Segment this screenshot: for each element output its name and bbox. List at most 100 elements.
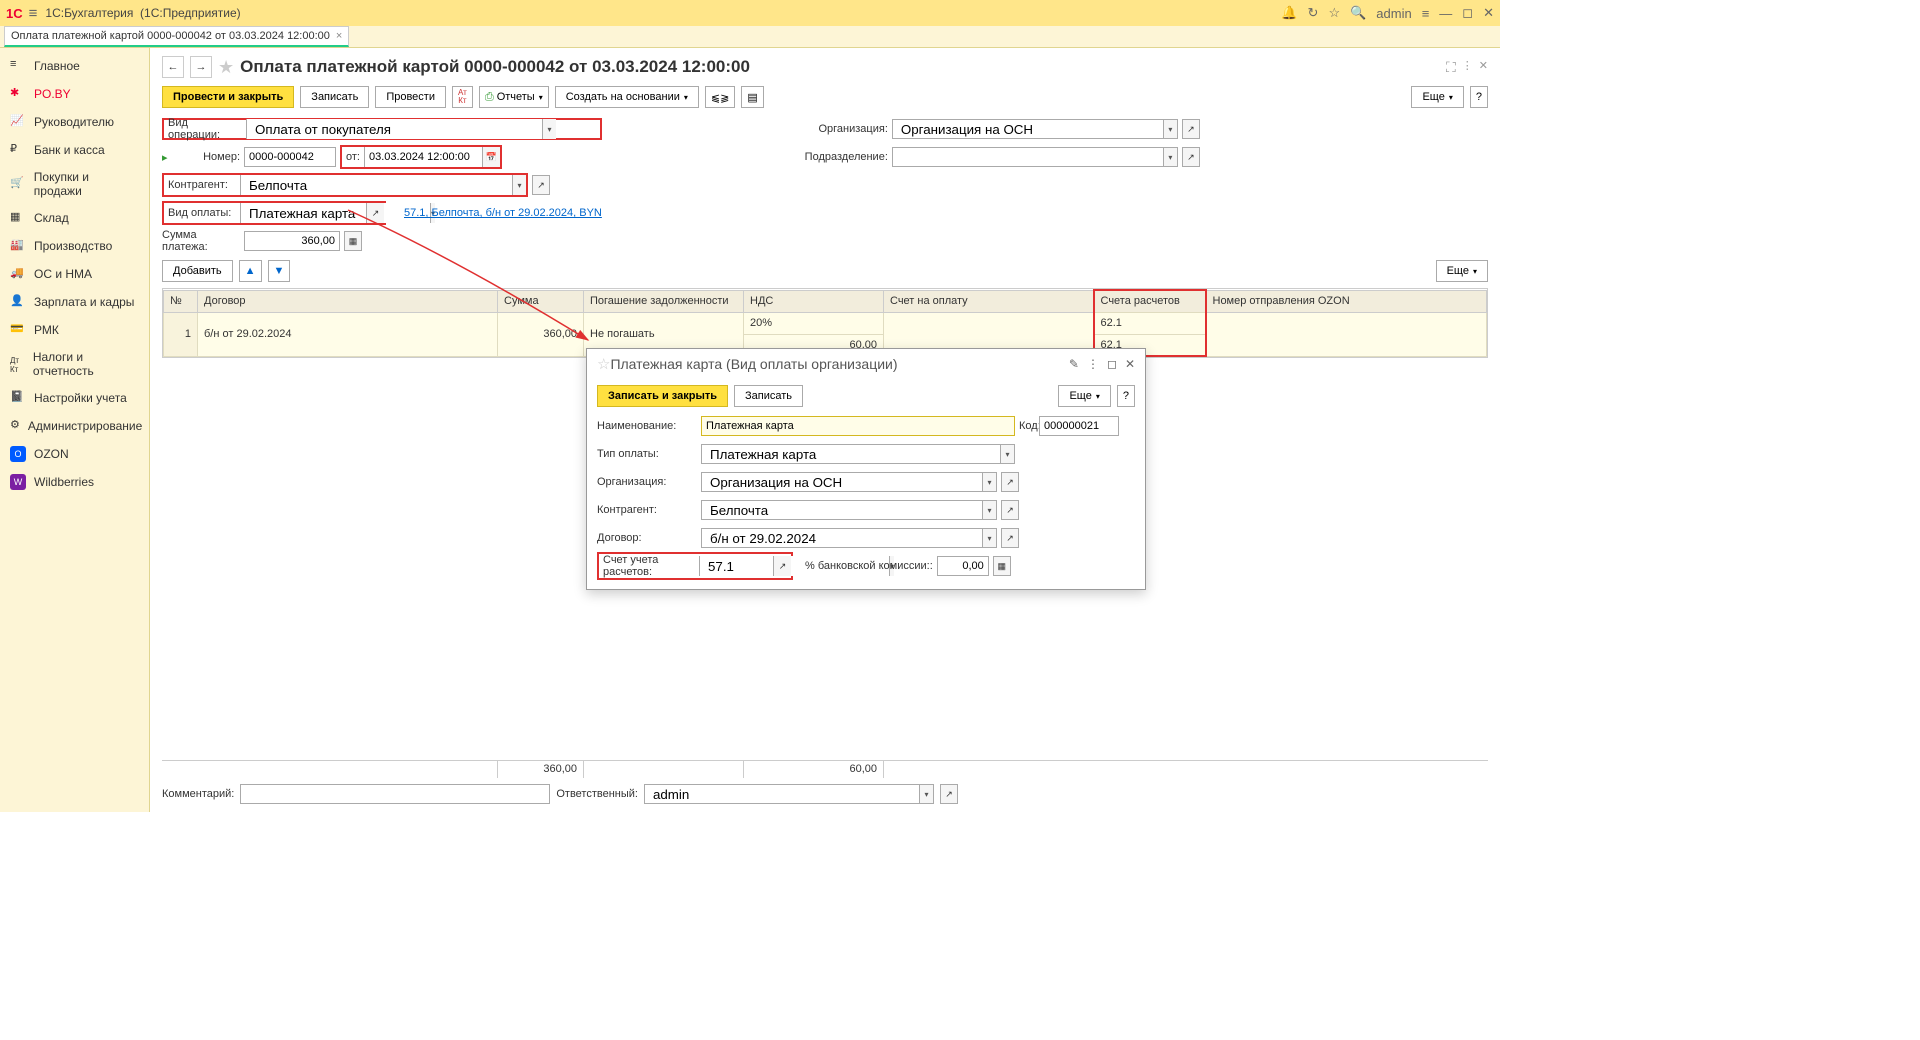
sum-input[interactable] — [244, 231, 340, 251]
table-row[interactable]: 1 б/н от 29.02.2024 360,00 Не погашать 2… — [164, 312, 1487, 334]
move-up-button[interactable]: ▲ — [239, 260, 262, 282]
cell-dogovor[interactable]: б/н от 29.02.2024 — [198, 312, 498, 356]
sidebar-item-trade[interactable]: 🛒Покупки и продажи — [0, 164, 149, 204]
col-nds[interactable]: НДС — [744, 290, 884, 312]
hamburger-icon[interactable]: ≡ — [29, 5, 38, 22]
col-dogovor[interactable]: Договор — [198, 290, 498, 312]
dlg-contr-open[interactable]: ↗ — [1001, 500, 1019, 520]
pay-type-open[interactable]: ↗ — [366, 203, 384, 223]
division-input[interactable] — [897, 148, 1163, 166]
dlg-link-icon[interactable]: ✎ — [1069, 357, 1079, 371]
more-button[interactable]: Еще — [1411, 86, 1463, 108]
tab-close-icon[interactable]: × — [336, 30, 342, 42]
responsible-input[interactable] — [649, 785, 919, 803]
cell-acc1[interactable]: 62.1 — [1094, 312, 1206, 334]
nav-forward[interactable]: → — [190, 56, 212, 78]
contragent-dropdown[interactable]: ▾ — [512, 175, 526, 195]
dlg-commission-input[interactable] — [937, 556, 989, 576]
col-sum[interactable]: Сумма — [498, 290, 584, 312]
grid-more-button[interactable]: Еще — [1436, 260, 1488, 282]
dlg-org-dropdown[interactable]: ▾ — [982, 473, 996, 491]
sidebar-item-admin[interactable]: ⚙Администрирование — [0, 412, 149, 440]
contract-link[interactable]: 57.1, Белпочта, б/н от 29.02.2024, BYN — [404, 207, 602, 219]
org-input[interactable] — [897, 120, 1163, 138]
cell-nds-pct[interactable]: 20% — [744, 312, 884, 334]
structure-button[interactable]: ⫹⫺ — [705, 86, 735, 108]
dlg-save-close-button[interactable]: Записать и закрыть — [597, 385, 728, 407]
sidebar-item-bank[interactable]: ₽Банк и касса — [0, 136, 149, 164]
maximize-icon[interactable]: ◻ — [1462, 5, 1473, 21]
org-dropdown[interactable]: ▾ — [1163, 120, 1177, 138]
settings-icon[interactable]: ≡ — [1422, 6, 1430, 21]
bell-icon[interactable]: 🔔 — [1281, 5, 1297, 21]
history-icon[interactable]: ↻ — [1308, 5, 1319, 21]
dlg-dogovor-dropdown[interactable]: ▾ — [982, 529, 996, 547]
contragent-input[interactable] — [245, 175, 512, 195]
search-icon[interactable]: 🔍 — [1350, 5, 1366, 21]
dlg-paytype-dropdown[interactable]: ▾ — [1000, 445, 1014, 463]
cell-sum[interactable]: 360,00 — [498, 312, 584, 356]
pay-type-input[interactable] — [245, 203, 430, 223]
sidebar-item-settings[interactable]: 📓Настройки учета — [0, 384, 149, 412]
dlg-code-input[interactable] — [1039, 416, 1119, 436]
document-tab[interactable]: Оплата платежной картой 0000-000042 от 0… — [4, 26, 349, 47]
create-based-button[interactable]: Создать на основании — [555, 86, 699, 108]
division-open[interactable]: ↗ — [1182, 147, 1200, 167]
sidebar-item-production[interactable]: 🏭Производство — [0, 232, 149, 260]
col-repay[interactable]: Погашение задолженности — [584, 290, 744, 312]
dlg-contr-dropdown[interactable]: ▾ — [982, 501, 996, 519]
minimize-icon[interactable]: — — [1439, 6, 1452, 21]
dlg-name-input[interactable] — [701, 416, 1015, 436]
sidebar-item-tax[interactable]: ДтКтНалоги и отчетность — [0, 344, 149, 384]
dlg-contr-input[interactable] — [706, 501, 982, 519]
dlg-dogovor-open[interactable]: ↗ — [1001, 528, 1019, 548]
col-invoice[interactable]: Счет на оплату — [884, 290, 1094, 312]
post-button[interactable]: Провести — [375, 86, 446, 108]
close-icon[interactable]: ✕ — [1483, 5, 1494, 21]
division-dropdown[interactable]: ▾ — [1163, 148, 1177, 166]
sidebar-item-manager[interactable]: 📈Руководителю — [0, 108, 149, 136]
dlg-star-icon[interactable]: ☆ — [597, 355, 610, 373]
sum-calc-icon[interactable]: ▦ — [344, 231, 362, 251]
link-icon[interactable]: ⛶ — [1446, 59, 1456, 76]
dlg-save-button[interactable]: Записать — [734, 385, 803, 407]
sidebar-item-ozon[interactable]: OOZON — [0, 440, 149, 468]
nav-back[interactable]: ← — [162, 56, 184, 78]
col-ozon[interactable]: Номер отправления OZON — [1206, 290, 1487, 312]
sidebar-item-hr[interactable]: 👤Зарплата и кадры — [0, 288, 149, 316]
post-and-close-button[interactable]: Провести и закрыть — [162, 86, 294, 108]
add-row-button[interactable]: Добавить — [162, 260, 233, 282]
move-down-button[interactable]: ▼ — [268, 260, 291, 282]
responsible-dropdown[interactable]: ▾ — [919, 785, 933, 803]
sidebar-item-assets[interactable]: 🚚ОС и НМА — [0, 260, 149, 288]
responsible-open[interactable]: ↗ — [940, 784, 958, 804]
dlg-commission-calc[interactable]: ▦ — [993, 556, 1011, 576]
dlg-close-icon[interactable]: ✕ — [1125, 357, 1135, 371]
close-page-icon[interactable]: ✕ — [1479, 59, 1488, 76]
dlg-menu-icon[interactable]: ⋮ — [1087, 357, 1099, 371]
org-open[interactable]: ↗ — [1182, 119, 1200, 139]
dlg-org-input[interactable] — [706, 473, 982, 491]
dlg-help-button[interactable]: ? — [1117, 385, 1135, 407]
calendar-icon[interactable]: 📅 — [482, 147, 500, 167]
contragent-open[interactable]: ↗ — [532, 175, 550, 195]
dlg-paytype-input[interactable] — [706, 445, 1000, 463]
save-button[interactable]: Записать — [300, 86, 369, 108]
dlg-more-button[interactable]: Еще — [1058, 385, 1110, 407]
op-type-input[interactable] — [251, 119, 542, 139]
cell-ozon[interactable] — [1206, 312, 1487, 356]
dlg-detach-icon[interactable]: ◻ — [1107, 357, 1117, 371]
help-button[interactable]: ? — [1470, 86, 1488, 108]
dtkt-button[interactable]: АтКт — [452, 86, 473, 108]
op-type-dropdown[interactable]: ▾ — [542, 119, 556, 139]
star-icon[interactable]: ☆ — [1328, 5, 1340, 21]
reports-button[interactable]: ⎙ Отчеты — [479, 86, 549, 108]
favorite-star-icon[interactable]: ★ — [218, 57, 234, 78]
col-num[interactable]: № — [164, 290, 198, 312]
dlg-org-open[interactable]: ↗ — [1001, 472, 1019, 492]
col-accounts[interactable]: Счета расчетов — [1094, 290, 1206, 312]
dlg-dogovor-input[interactable] — [706, 529, 982, 547]
sidebar-item-wb[interactable]: WWildberries — [0, 468, 149, 496]
sidebar-item-poby[interactable]: ✱PO.BY — [0, 80, 149, 108]
date-input[interactable] — [364, 147, 482, 167]
